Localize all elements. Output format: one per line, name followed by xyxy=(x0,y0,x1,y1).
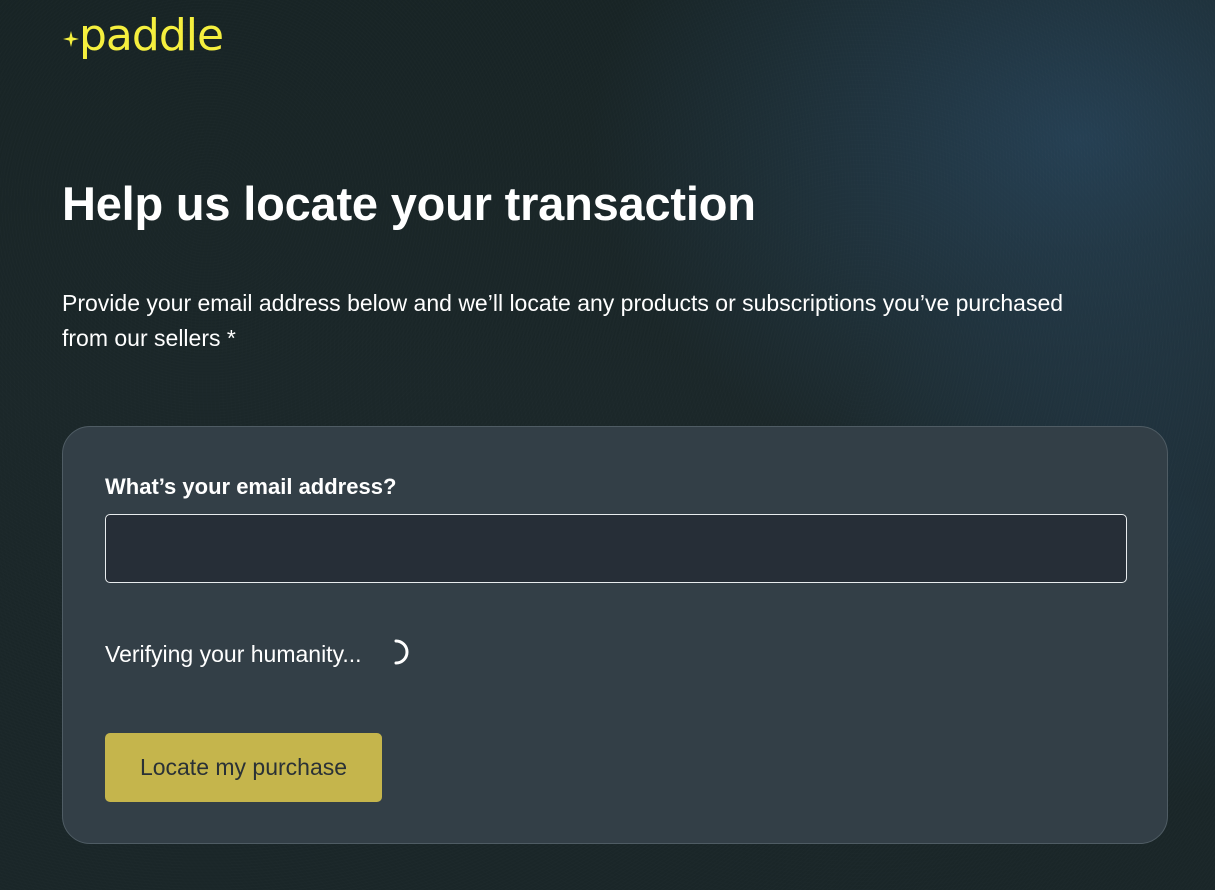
loading-spinner-icon xyxy=(394,639,408,664)
page-title: Help us locate your transaction xyxy=(62,177,756,230)
paddle-logo: paddle xyxy=(63,10,224,61)
sparkle-icon xyxy=(63,31,79,47)
email-input[interactable] xyxy=(105,514,1127,583)
verification-status: Verifying your humanity... xyxy=(105,639,410,668)
email-label: What’s your email address? xyxy=(105,474,397,499)
locate-transaction-card: What’s your email address? Verifying you… xyxy=(62,426,1168,844)
brand-name: paddle xyxy=(79,10,224,61)
locate-purchase-button[interactable]: Locate my purchase xyxy=(105,733,382,802)
verification-text: Verifying your humanity... xyxy=(105,641,362,667)
intro-text: Provide your email address below and we’… xyxy=(62,290,1064,351)
